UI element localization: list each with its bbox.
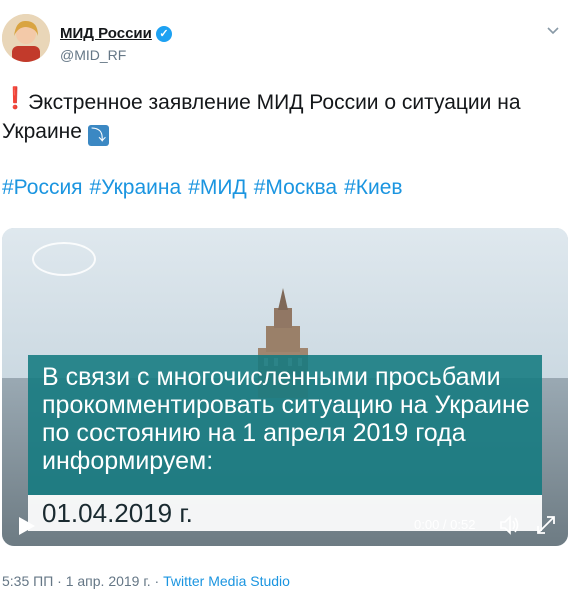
video-player[interactable]: В связи с многочисленными просьбами прок… <box>2 228 568 546</box>
volume-icon[interactable] <box>498 514 520 536</box>
tweet-source-link[interactable]: Twitter Media Studio <box>163 573 290 589</box>
chevron-down-icon[interactable] <box>546 24 560 38</box>
video-caption-text: В связи с многочисленными просьбами прок… <box>42 363 530 475</box>
author-name[interactable]: МИД России <box>60 25 152 42</box>
hashtag-link[interactable]: #Москва <box>254 176 337 199</box>
hashtag-link[interactable]: #МИД <box>188 176 247 199</box>
play-icon[interactable] <box>16 516 36 536</box>
tweet-metadata: 5:35 ПП · 1 апр. 2019 г. · Twitter Media… <box>2 573 290 589</box>
video-date-text: 01.04.2019 г. <box>42 498 193 528</box>
avatar-image <box>2 14 50 62</box>
verified-badge-icon: ✓ <box>156 26 172 42</box>
author-handle[interactable]: @MID_RF <box>60 47 126 63</box>
fullscreen-expand-icon[interactable] <box>535 514 557 536</box>
hashtag-list: #Россия #Украина #МИД #Москва #Киев <box>2 176 410 200</box>
tweet-date[interactable]: 1 апр. 2019 г. <box>66 573 151 589</box>
hashtag-link[interactable]: #Россия <box>2 176 83 199</box>
tweet-body: Экстренное заявление МИД России о ситуац… <box>2 91 521 143</box>
avatar[interactable] <box>2 14 50 62</box>
hashtag-link[interactable]: #Киев <box>344 176 402 199</box>
tweet-text: ❗Экстренное заявление МИД России о ситуа… <box>2 87 562 146</box>
exclamation-icon: ❗ <box>2 87 29 110</box>
ministry-logo-icon <box>32 242 96 276</box>
video-time-readout: 0:00 / 0:52 <box>414 517 476 532</box>
arrow-down-emoji-icon: ⤵ <box>87 125 109 146</box>
hashtag-link[interactable]: #Украина <box>90 176 182 199</box>
tweet-time[interactable]: 5:35 ПП <box>2 573 53 589</box>
